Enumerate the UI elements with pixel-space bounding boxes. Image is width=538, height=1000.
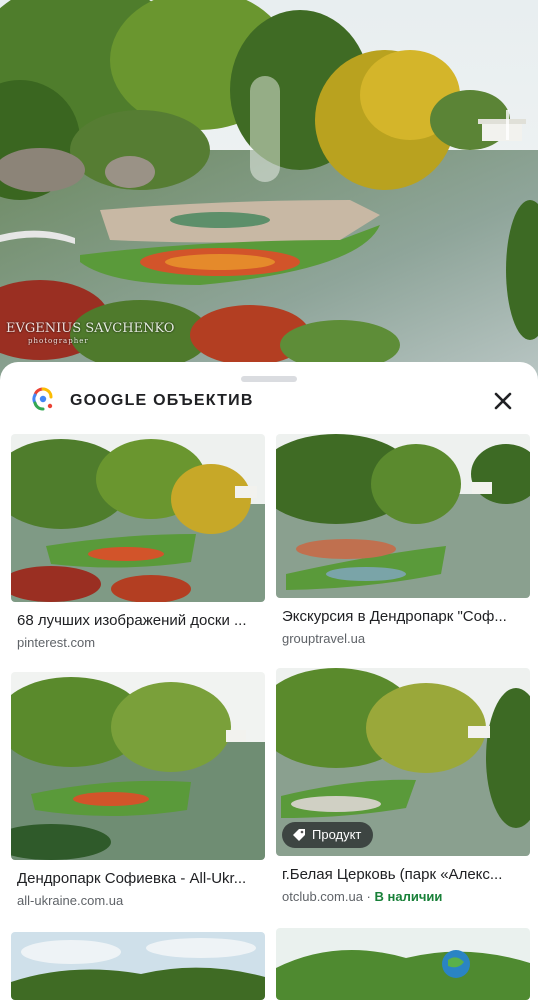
close-icon[interactable]	[488, 386, 518, 416]
result-source: otclub.com.ua	[282, 889, 363, 904]
result-title[interactable]: Дендропарк Софиевка - All-Ukr...	[17, 870, 263, 887]
availability-status: В наличии	[374, 889, 443, 904]
result-thumbnail[interactable]	[11, 672, 265, 860]
park-thumbnail-1	[11, 434, 265, 602]
source-separator: ·	[362, 889, 375, 904]
google-lens-icon	[32, 387, 53, 411]
sheet-header: GOOGLE ОБЪЕКТИВ	[0, 384, 538, 420]
product-badge: Продукт	[282, 822, 374, 848]
watermark-subtitle: photographer	[28, 337, 89, 345]
watermark-name: EVGENIUS SAVCHENKO	[6, 321, 175, 336]
result-thumbnail[interactable]	[276, 434, 530, 598]
result-source: grouptravel.ua	[282, 631, 366, 646]
result-source: all-ukraine.com.ua	[17, 893, 124, 908]
result-card[interactable]	[11, 932, 265, 1000]
result-card[interactable]	[276, 928, 530, 1000]
result-card[interactable]: 68 лучших изображений доски ... pinteres…	[11, 434, 265, 650]
park-thumbnail-2	[276, 434, 530, 598]
result-title[interactable]: Экскурсия в Дендропарк "Соф...	[282, 608, 528, 625]
result-title[interactable]: г.Белая Церковь (парк «Алекс...	[282, 866, 528, 883]
result-title[interactable]: 68 лучших изображений доски ...	[17, 612, 263, 629]
result-card[interactable]: Продукт г.Белая Церковь (парк «Алекс... …	[276, 668, 530, 904]
result-source: pinterest.com	[17, 635, 96, 650]
result-thumbnail[interactable]	[11, 434, 265, 602]
result-card[interactable]: Дендропарк Софиевка - All-Ukr... all-ukr…	[11, 672, 265, 908]
result-thumbnail[interactable]	[11, 932, 265, 1000]
result-thumbnail[interactable]: Продукт	[276, 668, 530, 856]
result-source-line: otclub.com.ua · В наличии	[282, 889, 530, 904]
park-thumbnail-5	[11, 932, 265, 1000]
query-image[interactable]: EVGENIUS SAVCHENKO photographer	[0, 0, 538, 380]
product-badge-label: Продукт	[312, 827, 362, 842]
photo-watermark: EVGENIUS SAVCHENKO photographer	[6, 322, 174, 348]
park-thumbnail-3	[11, 672, 265, 860]
result-card[interactable]: Экскурсия в Дендропарк "Соф... grouptrav…	[276, 434, 530, 646]
results-sheet: GOOGLE ОБЪЕКТИВ 68 лучших изображений до…	[0, 362, 538, 1000]
park-thumbnail-6	[276, 928, 530, 1000]
app-brand-title: GOOGLE ОБЪЕКТИВ	[70, 392, 254, 409]
drag-handle[interactable]	[241, 376, 297, 382]
result-thumbnail[interactable]	[276, 928, 530, 1000]
tag-icon	[293, 829, 305, 841]
